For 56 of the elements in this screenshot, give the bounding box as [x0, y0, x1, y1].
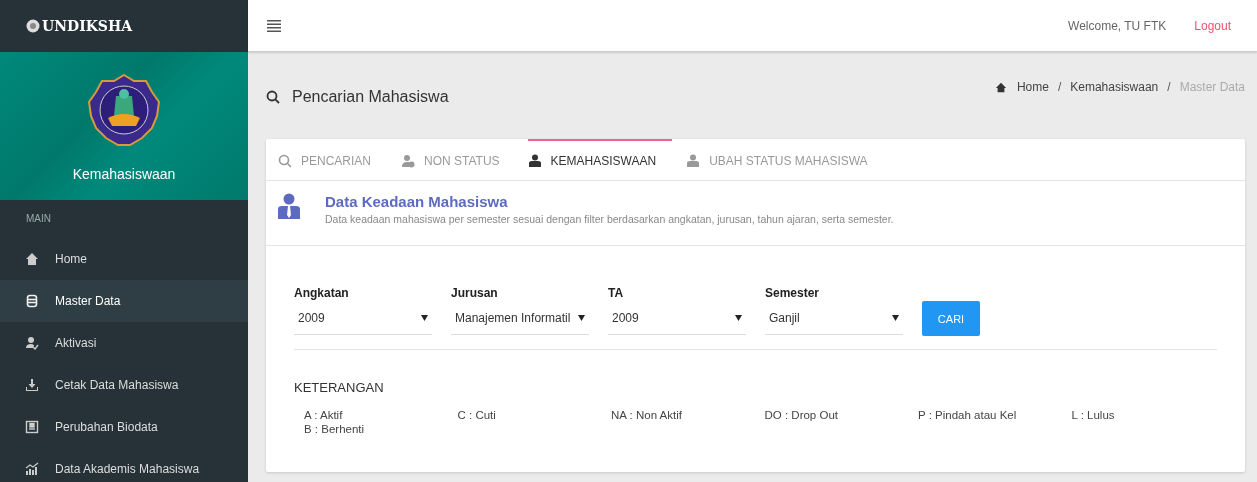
page-title: Pencarian Mahasiswa: [292, 88, 449, 106]
user-add-icon: [401, 153, 415, 168]
download-icon: [25, 378, 39, 392]
legend-title: KETERANGAN: [294, 380, 385, 395]
sidebar-item[interactable]: Perubahan Biodata: [0, 406, 248, 448]
breadcrumb-separator: /: [1167, 80, 1171, 94]
sidebar-item[interactable]: Cetak Data Mahasiswa: [0, 364, 248, 406]
home-icon: [994, 81, 1007, 93]
user-check-icon: [25, 336, 39, 350]
field-label: TA: [608, 286, 625, 300]
emblem-icon: [26, 19, 40, 33]
section-description: Data keadaan mahasiswa per semester sesuai dengan filter berdasarkan angkatan, jurusan, tahun ajaran, serta semester.: [325, 213, 894, 225]
menu-icon[interactable]: [267, 19, 281, 32]
logout-link[interactable]: Logout: [1194, 18, 1231, 33]
legend-item: L : Lulus: [1071, 409, 1116, 421]
field-label: Angkatan: [294, 286, 350, 300]
field-label: Jurusan: [451, 286, 499, 300]
user-icon: [686, 153, 701, 168]
user-icon: [278, 193, 300, 219]
caret-icon: [421, 315, 428, 321]
sidebar-item[interactable]: Aktivasi: [0, 322, 248, 364]
caret-icon: [892, 315, 899, 321]
legend-item: NA : Non Aktif: [611, 409, 683, 421]
dropdown-field[interactable]: 2009: [294, 302, 432, 335]
field-label: Semester: [765, 286, 821, 300]
tab[interactable]: KEMAHASISWAAN: [527, 139, 673, 180]
breadcrumb-current: Master Data: [1179, 80, 1245, 94]
brand-title: UNDIKSHA: [42, 18, 133, 34]
legend-item: A : Aktif: [304, 409, 344, 421]
dropdown-field[interactable]: Ganjil: [765, 302, 903, 335]
database-icon: [25, 294, 39, 308]
breadcrumb-link[interactable]: Home: [1016, 80, 1049, 94]
caret-icon: [578, 315, 585, 321]
breadcrumb-link[interactable]: Kemahasiswaan: [1070, 80, 1159, 94]
search-icon: [266, 90, 280, 104]
profile-name: Kemahasiswaan: [72, 166, 176, 182]
legend-item: P : Pindah atau Kel: [918, 409, 1018, 421]
section-label: MAIN: [25, 212, 52, 226]
home-icon: [25, 252, 39, 266]
document-icon: [25, 420, 39, 434]
search-icon: [278, 153, 292, 168]
breadcrumb-separator: /: [1057, 80, 1062, 94]
sidebar-item[interactable]: Data Akademis Mahasiswa: [0, 448, 248, 482]
dropdown-field[interactable]: 2009: [608, 302, 746, 335]
welcome-text: Welcome, TU FTK: [1068, 18, 1167, 33]
dropdown-field[interactable]: Manajemen Informatil: [451, 302, 589, 335]
chart-icon: [25, 462, 39, 476]
emblem-icon: [86, 72, 162, 148]
legend-item: DO : Drop Out: [764, 409, 839, 421]
legend-item: B : Berhenti: [304, 423, 366, 435]
sidebar-item[interactable]: Master Data: [0, 280, 248, 322]
sidebar-item[interactable]: Home: [0, 238, 248, 280]
caret-icon: [735, 315, 742, 321]
section-title: Data Keadaan Mahasiswa: [325, 193, 509, 210]
user-icon: [527, 153, 542, 168]
legend-item: C : Cuti: [457, 409, 497, 421]
